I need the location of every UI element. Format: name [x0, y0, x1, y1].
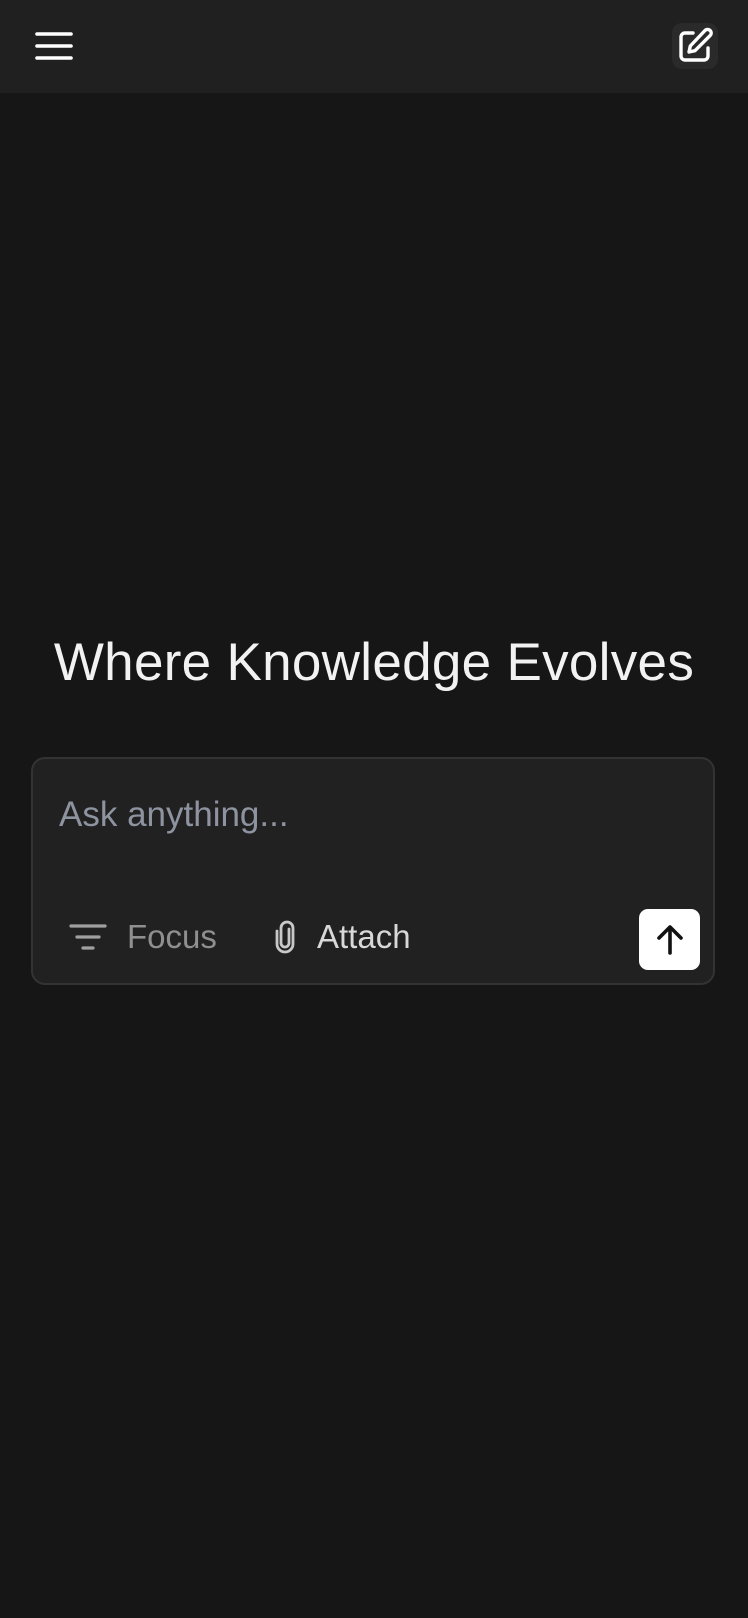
- attach-button[interactable]: Attach: [265, 909, 411, 965]
- edit-square-icon: [676, 27, 714, 65]
- top-bar: [0, 0, 748, 93]
- filter-lines-icon: [67, 916, 109, 958]
- paperclip-icon: [265, 917, 305, 957]
- page-headline: Where Knowledge Evolves: [53, 633, 695, 692]
- hamburger-menu-icon: [35, 30, 73, 62]
- new-thread-button[interactable]: [672, 23, 718, 69]
- query-composer: Focus Attach: [31, 757, 715, 985]
- focus-label: Focus: [127, 918, 217, 955]
- attach-label: Attach: [317, 918, 411, 955]
- focus-button[interactable]: Focus: [67, 909, 217, 965]
- menu-button[interactable]: [28, 24, 80, 68]
- ask-input[interactable]: [59, 785, 679, 845]
- send-button[interactable]: [639, 909, 700, 970]
- arrow-up-icon: [655, 924, 685, 956]
